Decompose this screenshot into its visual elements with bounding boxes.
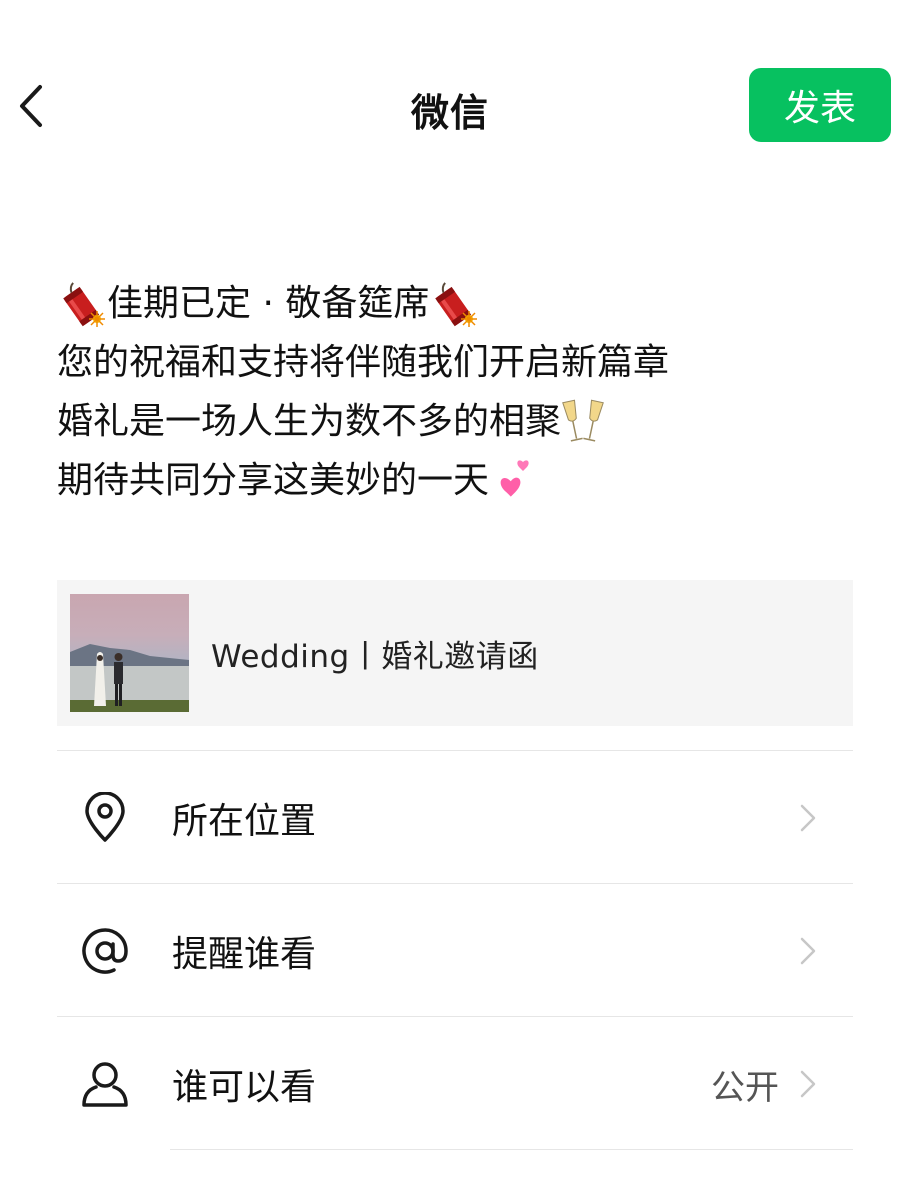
post-line-1-text: 佳期已定 · 敬备筵席 [107, 283, 430, 324]
firecracker-icon [63, 281, 105, 327]
visibility-value: 公开 [711, 1067, 779, 1108]
visibility-row[interactable]: 谁可以看 公开 [57, 1018, 853, 1150]
post-line-4: 期待共同分享这美妙的一天 [57, 451, 847, 510]
at-icon [79, 925, 131, 977]
post-line-4-text: 期待共同分享这美妙的一天 [57, 460, 490, 501]
link-card[interactable]: Wedding丨婚礼邀请函 [57, 580, 853, 726]
location-label: 所在位置 [172, 801, 317, 842]
link-card-title: Wedding丨婚礼邀请函 [211, 638, 539, 675]
post-text[interactable]: 佳期已定 · 敬备筵席 您的祝福和支持将伴随我们开启新篇章 婚礼是一场人生为数不… [57, 274, 847, 510]
chevron-right-icon [800, 1070, 816, 1098]
post-line-2-text: 您的祝福和支持将伴随我们开启新篇章 [57, 342, 670, 383]
chevron-right-icon [800, 804, 816, 832]
wedding-photo-thumbnail [70, 594, 189, 712]
two-hearts-icon [500, 459, 529, 497]
visibility-label: 谁可以看 [172, 1067, 317, 1108]
location-pin-icon [79, 792, 131, 844]
mention-label: 提醒谁看 [172, 934, 317, 975]
firecracker-icon [435, 281, 478, 327]
post-line-3-text: 婚礼是一场人生为数不多的相聚 [57, 401, 562, 442]
mention-row[interactable]: 提醒谁看 [57, 885, 853, 1017]
location-row[interactable]: 所在位置 [57, 752, 853, 884]
chevron-right-icon [800, 937, 816, 965]
divider [57, 750, 853, 751]
post-line-3: 婚礼是一场人生为数不多的相聚 [57, 392, 847, 451]
post-line-1: 佳期已定 · 敬备筵席 [57, 274, 847, 333]
wedding-couple-image [70, 644, 189, 712]
compose-moment-page: 微信 发表 佳期已定 · 敬备筵席 您的祝福和支持将伴随我们开启新篇章 婚礼是一… [0, 0, 900, 1200]
person-icon [79, 1058, 131, 1110]
post-line-2: 您的祝福和支持将伴随我们开启新篇章 [57, 333, 847, 392]
top-bar: 微信 发表 [0, 0, 900, 200]
champagne-glasses-icon [562, 399, 604, 442]
publish-button[interactable]: 发表 [749, 68, 891, 142]
